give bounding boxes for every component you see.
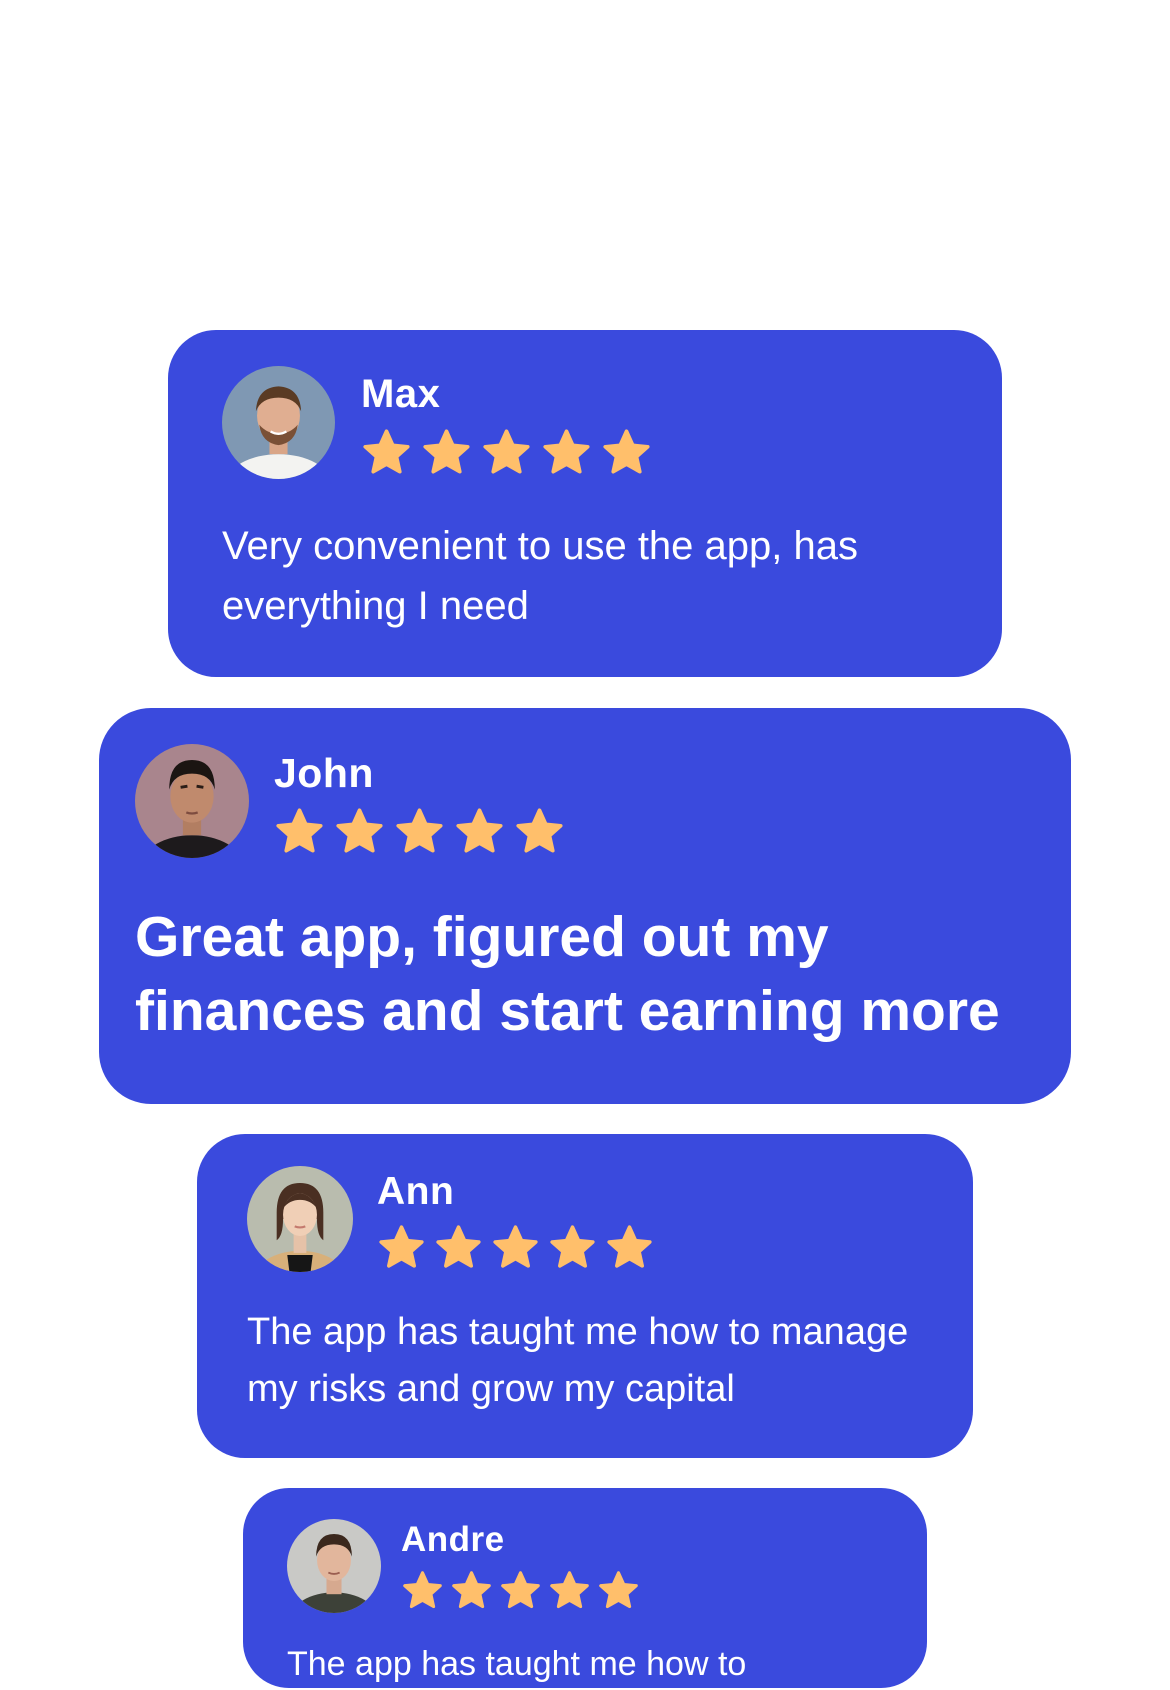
review-text: The app has taught me how to manage my r…	[247, 1311, 909, 1410]
star-icon	[543, 429, 590, 474]
avatar-photo-icon	[222, 366, 335, 479]
star-icon	[607, 1225, 652, 1268]
star-icon	[456, 808, 503, 853]
rating-stars	[274, 807, 565, 856]
review-card-ann: Ann The app has taught me how to manage …	[197, 1134, 973, 1458]
avatar-photo-icon	[135, 744, 249, 858]
star-icon	[493, 1225, 538, 1268]
avatar	[135, 744, 249, 858]
star-icon	[396, 808, 443, 853]
star-icon	[550, 1571, 589, 1609]
star-icon	[550, 1225, 595, 1268]
rating-stars	[401, 1570, 640, 1611]
reviewer-name: John	[274, 750, 374, 796]
avatar	[222, 366, 335, 479]
avatar-photo-icon	[287, 1519, 381, 1613]
review-card-john: John Great app, figured out my finances …	[99, 708, 1071, 1104]
star-icon	[363, 429, 410, 474]
review-card-andre: Andre The app has taught me how to	[243, 1488, 927, 1688]
rating-stars	[361, 428, 652, 477]
star-icon	[599, 1571, 638, 1609]
star-icon	[452, 1571, 491, 1609]
star-icon	[403, 1571, 442, 1609]
star-icon	[603, 429, 650, 474]
avatar-photo-icon	[247, 1166, 353, 1272]
reviewer-name: Max	[361, 372, 441, 416]
reviewer-name: Ann	[377, 1170, 455, 1213]
star-icon	[336, 808, 383, 853]
star-icon	[276, 808, 323, 853]
review-text: The app has taught me how to	[287, 1645, 747, 1683]
reviewer-name: Andre	[401, 1520, 505, 1559]
star-icon	[379, 1225, 424, 1268]
review-card-max: Max Very convenient to use the app, has …	[168, 330, 1002, 677]
star-icon	[423, 429, 470, 474]
star-icon	[436, 1225, 481, 1268]
rating-stars	[377, 1224, 654, 1271]
review-text: Great app, figured out my finances and s…	[135, 905, 1000, 1043]
avatar	[247, 1166, 353, 1272]
star-icon	[483, 429, 530, 474]
star-icon	[516, 808, 563, 853]
review-text: Very convenient to use the app, has ever…	[222, 524, 858, 628]
star-icon	[501, 1571, 540, 1609]
avatar	[287, 1519, 381, 1613]
